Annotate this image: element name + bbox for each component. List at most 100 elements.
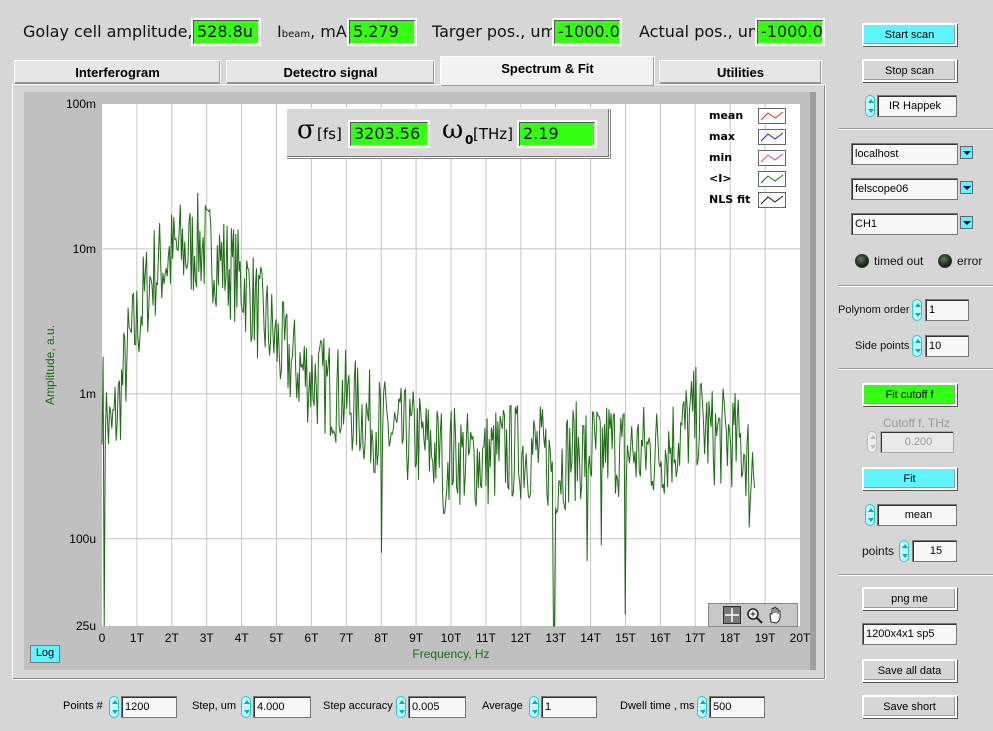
save-short-button[interactable]: Save short [862, 695, 957, 718]
x-tick-label: 5T [269, 631, 284, 645]
x-tick-label: 11T [476, 631, 496, 645]
scope-dropdown-arrow-icon[interactable] [960, 181, 973, 194]
cutoff-input[interactable]: 0.200 [880, 431, 954, 453]
side-points-spinner[interactable] [912, 335, 922, 357]
points-label: points [862, 544, 895, 558]
channel-dropdown[interactable]: CH1 [851, 213, 958, 235]
y-tick-label: 25u [76, 619, 96, 633]
start-scan-button[interactable]: Start scan [862, 23, 957, 46]
fit-mode-spinner[interactable] [865, 504, 875, 526]
x-tick-label: 7T [339, 631, 354, 645]
tab-interferogram[interactable]: Interferogram [14, 60, 221, 84]
points-spinner[interactable] [899, 540, 909, 562]
sigma-value: 3203.56 [348, 120, 430, 148]
dwell-time-label: Dwell time , ms [620, 700, 695, 712]
tab-utilities[interactable]: Utilities [659, 60, 822, 84]
step-accuracy-label: Step accuracy [323, 700, 393, 712]
points-count-input[interactable]: 1200 [121, 696, 177, 718]
x-tick-label: 9T [409, 631, 424, 645]
fit-mode-selector[interactable]: mean [877, 504, 957, 526]
average-label: Average [482, 700, 523, 712]
cutoff-label: Cutoff f, THz [883, 416, 950, 430]
x-tick-label: 4T [235, 631, 250, 645]
y-axis-label: Amplitude, a.u. [43, 325, 57, 405]
zoom-tool-icon[interactable] [745, 606, 763, 624]
x-tick-label: 16T [650, 631, 671, 645]
legend-item-mean[interactable]: mean [706, 107, 790, 125]
polynom-order-label: Polynom order [838, 304, 910, 316]
ibeam-label: Ibeam, mA [277, 22, 347, 41]
average-spinner[interactable] [529, 696, 539, 718]
chart-frame-edge [810, 92, 816, 670]
ibeam-label-sub: beam [281, 29, 311, 40]
x-tick-label: 3T [200, 631, 215, 645]
spectrum-chart[interactable]: 100m 10m 1m 100u 25u 0 1T 2T 3T 4T 5T 6T 7T 8T 9T 10T 1… [12, 84, 826, 680]
legend-item-intensity[interactable]: <I> [706, 170, 790, 188]
legend-swatch-nls-fit [758, 192, 786, 208]
filename-input[interactable]: 1200x4x1 sp5 [862, 623, 957, 645]
y-tick-label: 100m [66, 97, 96, 111]
x-tick-label: 0 [99, 631, 106, 645]
y-tick-label: 100u [69, 532, 96, 546]
x-tick-label: 12T [510, 631, 531, 645]
step-input[interactable]: 4.000 [253, 696, 311, 718]
x-tick-label: 17T [685, 631, 706, 645]
tab-spectrum-fit[interactable]: Spectrum & Fit [440, 56, 655, 86]
step-label: Step, um [192, 700, 237, 712]
omega-symbol: ω [442, 115, 464, 145]
legend-label: max [709, 130, 735, 143]
tab-detector-signal[interactable]: Detectro signal [226, 60, 435, 84]
save-all-data-button[interactable]: Save all data [862, 659, 957, 682]
error-label: error [957, 254, 983, 268]
target-pos-label: Targer pos., um [432, 22, 557, 41]
points-count-spinner[interactable] [109, 696, 119, 718]
polynom-order-spinner[interactable] [912, 299, 922, 321]
legend-swatch-intensity [758, 171, 786, 187]
y-tick-label: 1m [79, 387, 96, 401]
side-points-input[interactable]: 10 [925, 335, 969, 357]
log-scale-button[interactable]: Log [30, 645, 60, 663]
sigma-symbol: σ [297, 115, 315, 145]
cursor-tool-icon[interactable] [723, 606, 741, 624]
dwell-time-input[interactable]: 500 [709, 696, 765, 718]
x-axis-label: Frequency, Hz [412, 647, 489, 661]
fit-button[interactable]: Fit [862, 467, 957, 490]
y-tick-label: 10m [73, 242, 96, 256]
x-tick-label: 10T [441, 631, 462, 645]
pan-tool-icon[interactable] [767, 606, 785, 624]
step-accuracy-input[interactable]: 0.005 [408, 696, 466, 718]
x-tick-label: 1T [130, 631, 145, 645]
average-input[interactable]: 1 [541, 696, 597, 718]
source-selector[interactable]: IR Happek [877, 95, 957, 117]
points-input[interactable]: 15 [912, 540, 957, 562]
legend-swatch-min [758, 150, 786, 166]
timed-out-label: timed out [874, 254, 924, 268]
host-dropdown[interactable]: localhost [851, 143, 958, 165]
host-dropdown-arrow-icon[interactable] [960, 146, 973, 159]
source-selector-spinner[interactable] [865, 95, 875, 117]
png-me-button[interactable]: png me [862, 587, 957, 610]
x-tick-label: 14T [580, 631, 601, 645]
x-tick-labels: 0 1T 2T 3T 4T 5T 6T 7T 8T 9T 10T 11T 12T 13T 14T 15T 16T… [99, 631, 811, 645]
step-spinner[interactable] [241, 696, 251, 718]
stop-scan-button[interactable]: Stop scan [862, 59, 957, 82]
legend-item-nls-fit[interactable]: NLS fit [706, 191, 790, 209]
timed-out-indicator [855, 254, 869, 268]
x-tick-label: 2T [165, 631, 180, 645]
scope-dropdown[interactable]: felscope06 [851, 178, 958, 200]
x-tick-label: 6T [304, 631, 319, 645]
step-accuracy-spinner[interactable] [396, 696, 406, 718]
cutoff-spinner[interactable] [867, 431, 877, 453]
x-tick-label: 15T [615, 631, 636, 645]
golay-amplitude-value: 528.8u [191, 18, 261, 46]
polynom-order-input[interactable]: 1 [925, 299, 969, 321]
legend-item-max[interactable]: max [706, 128, 790, 146]
x-tick-label: 8T [374, 631, 389, 645]
omega-value: 2.19 [517, 120, 597, 148]
dwell-time-spinner[interactable] [697, 696, 707, 718]
legend-swatch-max [758, 129, 786, 145]
legend-item-min[interactable]: min [706, 149, 790, 167]
points-count-label: Points # [63, 700, 103, 712]
channel-dropdown-arrow-icon[interactable] [960, 216, 973, 229]
fit-cutoff-button[interactable]: Fit cutoff f [862, 383, 957, 406]
